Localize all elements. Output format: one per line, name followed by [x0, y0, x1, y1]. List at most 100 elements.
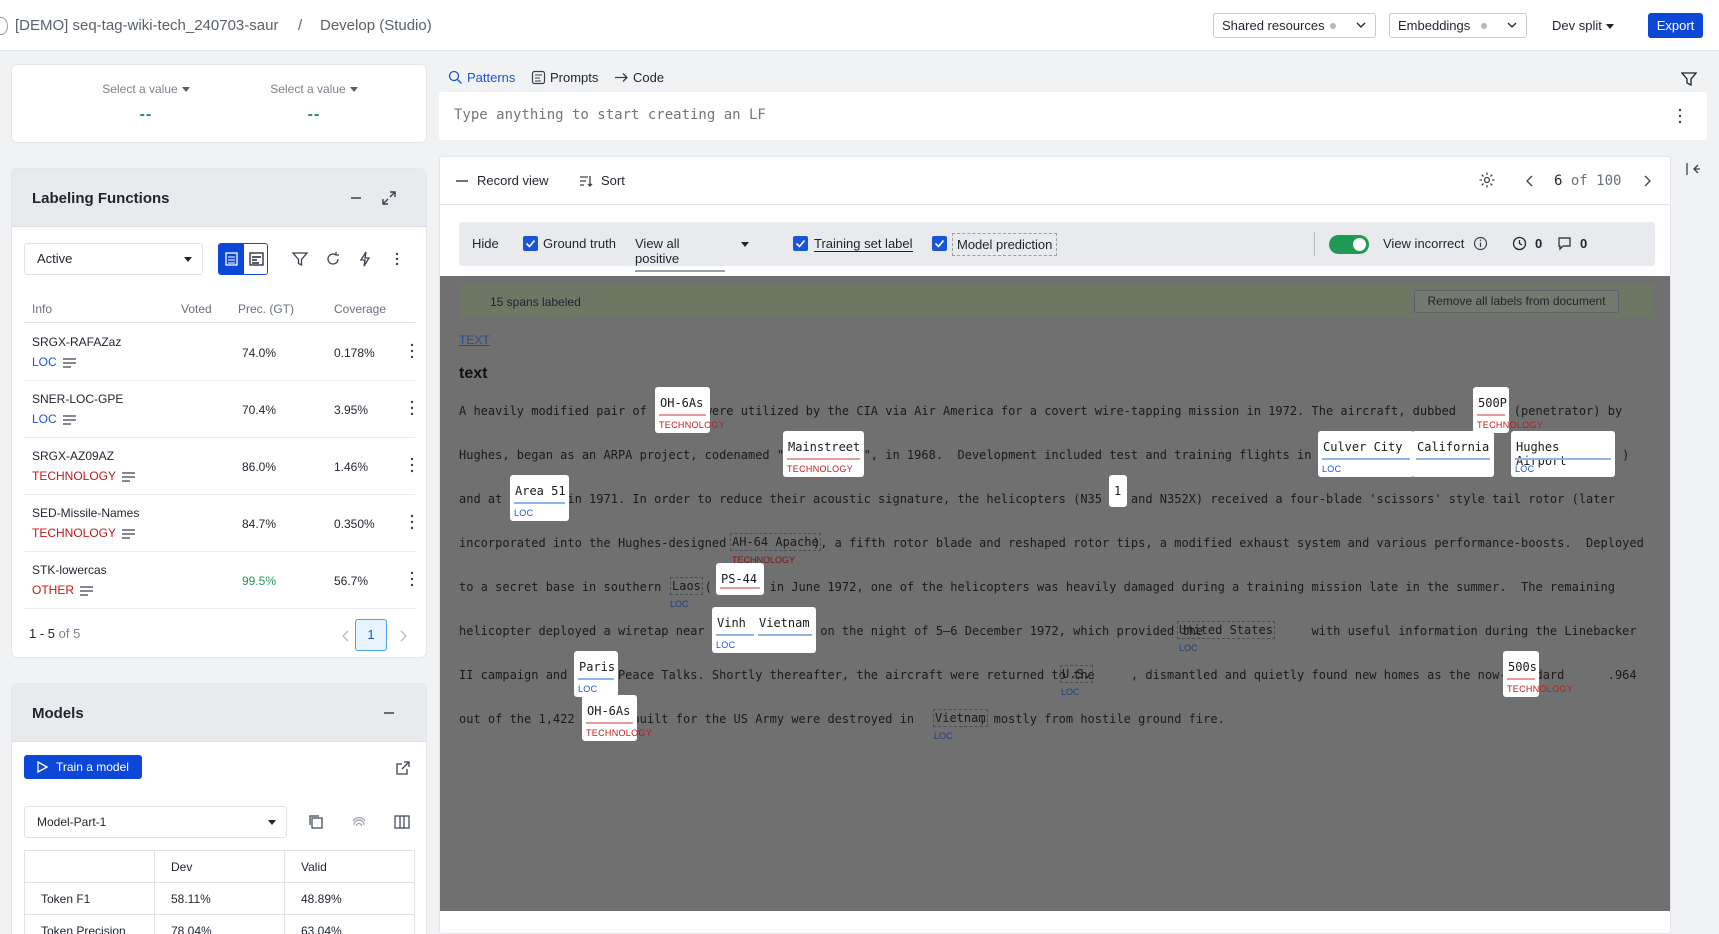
- model-select[interactable]: Model-Part-1: [24, 806, 287, 838]
- columns-icon[interactable]: [393, 813, 411, 831]
- lf-row[interactable]: SRGX-RAFAZaz LOC 74.0% 0.178%: [24, 324, 415, 381]
- span-chip[interactable]: Paris LOC: [574, 651, 618, 697]
- value-select-2[interactable]: Select a value --: [254, 82, 374, 124]
- span-outline[interactable]: United States: [1177, 621, 1275, 639]
- span-chip[interactable]: California: [1412, 431, 1494, 477]
- hide-button[interactable]: Hide: [472, 236, 499, 251]
- span-text: OH-6As: [660, 396, 704, 410]
- chevron-right-icon[interactable]: [1643, 174, 1651, 188]
- column-coverage[interactable]: Coverage: [334, 302, 386, 316]
- lines-icon: [80, 586, 93, 596]
- span-underline: [659, 414, 706, 416]
- span-chip[interactable]: 1: [1109, 475, 1127, 507]
- caret-down-icon[interactable]: [741, 242, 749, 247]
- sort-icon: [580, 176, 593, 187]
- span-outline[interactable]: Vietnam: [933, 709, 988, 727]
- column-info[interactable]: Info: [32, 302, 52, 316]
- toggle-knob: [1353, 238, 1366, 251]
- detail-view-button[interactable]: [244, 244, 267, 274]
- more-vertical-icon[interactable]: [409, 456, 415, 474]
- span-chip[interactable]: Hughes Airport LOC: [1511, 431, 1615, 477]
- lf-status-select[interactable]: Active: [24, 243, 203, 275]
- expand-icon[interactable]: [380, 189, 398, 207]
- split-select[interactable]: Dev split: [1552, 18, 1614, 33]
- labeling-functions-header: Labeling Functions: [12, 169, 426, 227]
- ground-truth-checkbox[interactable]: [523, 236, 538, 251]
- breadcrumb-project[interactable]: [DEMO] seq-tag-wiki-tech_240703-saur: [15, 17, 278, 34]
- info-icon[interactable]: [1473, 236, 1488, 251]
- refresh-icon[interactable]: [324, 250, 342, 268]
- gear-icon[interactable]: [1478, 171, 1496, 189]
- span-outline[interactable]: U.S.: [1060, 665, 1093, 683]
- span-chip[interactable]: 500P TECHNOLOGY: [1473, 387, 1543, 433]
- field-link[interactable]: TEXT: [459, 333, 490, 347]
- record-current[interactable]: 6: [1554, 173, 1562, 189]
- span-chip[interactable]: 500s TECHNOLOGY: [1503, 651, 1573, 697]
- model-prediction-checkbox[interactable]: [932, 236, 947, 251]
- export-button[interactable]: Export: [1648, 13, 1703, 38]
- lf-row[interactable]: STK-lowercas OTHER 99.5% 56.7%: [24, 552, 415, 609]
- span-outline[interactable]: AH-64 Apache: [730, 533, 821, 551]
- remove-labels-button[interactable]: Remove all labels from document: [1414, 290, 1619, 313]
- back-icon[interactable]: [0, 17, 8, 35]
- lf-row[interactable]: SNER-LOC-GPE LOC 70.4% 3.95%: [24, 381, 415, 438]
- span-chip[interactable]: Culver City LOC: [1318, 431, 1414, 477]
- span-chip[interactable]: Vietnam: [754, 607, 816, 653]
- view-incorrect-toggle[interactable]: [1329, 235, 1369, 254]
- span-chip[interactable]: Vinh LOC: [712, 607, 760, 653]
- more-vertical-icon[interactable]: [409, 342, 415, 360]
- caret-down-icon: [349, 87, 358, 93]
- current-page-button[interactable]: 1: [355, 619, 387, 651]
- column-precision[interactable]: Prec. (GT): [238, 302, 294, 316]
- sort-button[interactable]: Sort: [578, 173, 625, 188]
- span-chip[interactable]: Mainstreet TECHNOLOGY: [783, 431, 864, 477]
- training-set-checkbox[interactable]: [793, 236, 808, 251]
- lf-pattern-input[interactable]: [454, 107, 1554, 123]
- record-view-button[interactable]: Record view: [454, 173, 549, 188]
- span-outline[interactable]: Laos: [670, 577, 703, 595]
- view-mode-select[interactable]: View all positive: [635, 236, 725, 272]
- tab-code[interactable]: Code: [614, 70, 664, 85]
- span-text: Area 51: [515, 484, 566, 498]
- document-area: 15 spans labeled Remove all labels from …: [440, 276, 1670, 911]
- value-select-1[interactable]: Select a value --: [86, 82, 206, 124]
- more-vertical-icon[interactable]: [409, 399, 415, 417]
- span-text: 1: [1114, 484, 1122, 498]
- play-icon: [37, 761, 48, 773]
- clock-icon[interactable]: [1512, 236, 1527, 251]
- fingerprint-icon[interactable]: [350, 813, 368, 831]
- span-chip[interactable]: OH-6As TECHNOLOGY: [582, 695, 652, 741]
- more-vertical-icon[interactable]: [409, 513, 415, 531]
- span-chip[interactable]: OH-6As TECHNOLOGY: [655, 387, 725, 433]
- chevron-right-icon[interactable]: [399, 630, 407, 642]
- embeddings-select[interactable]: Embeddings: [1389, 13, 1527, 38]
- more-vertical-icon[interactable]: [409, 570, 415, 588]
- list-view-button[interactable]: [219, 244, 244, 274]
- shared-resources-select[interactable]: Shared resources: [1213, 13, 1376, 38]
- span-text: Vietnam: [759, 616, 810, 630]
- lf-row[interactable]: SRGX-AZ09AZ TECHNOLOGY 86.0% 1.46%: [24, 438, 415, 495]
- train-model-button[interactable]: Train a model: [24, 755, 142, 779]
- minimize-icon[interactable]: [347, 189, 365, 207]
- value-select-label: Select a value: [270, 82, 346, 96]
- more-vertical-icon[interactable]: [1677, 107, 1683, 125]
- comment-icon[interactable]: [1557, 236, 1572, 251]
- external-link-icon[interactable]: [395, 760, 411, 776]
- collapse-panel-icon[interactable]: [1685, 161, 1701, 177]
- filter-icon[interactable]: [1681, 71, 1697, 87]
- tab-prompts[interactable]: Prompts: [531, 70, 598, 85]
- tab-patterns[interactable]: Patterns: [448, 70, 515, 85]
- lf-precision: 84.7%: [242, 517, 277, 531]
- chevron-left-icon[interactable]: [342, 630, 350, 642]
- column-voted[interactable]: Voted: [181, 302, 212, 316]
- lf-row[interactable]: SED-Missile-Names TECHNOLOGY 84.7% 0.350…: [24, 495, 415, 552]
- span-chip[interactable]: PS-44: [716, 563, 764, 595]
- more-vertical-icon[interactable]: [388, 250, 406, 268]
- chevron-left-icon[interactable]: [1526, 174, 1534, 188]
- filter-icon[interactable]: [291, 250, 309, 268]
- list-view-icon: [225, 252, 238, 266]
- bolt-icon[interactable]: [356, 250, 374, 268]
- span-chip[interactable]: Area 51 LOC: [510, 475, 569, 521]
- minimize-icon[interactable]: [380, 704, 398, 722]
- copy-icon[interactable]: [307, 813, 325, 831]
